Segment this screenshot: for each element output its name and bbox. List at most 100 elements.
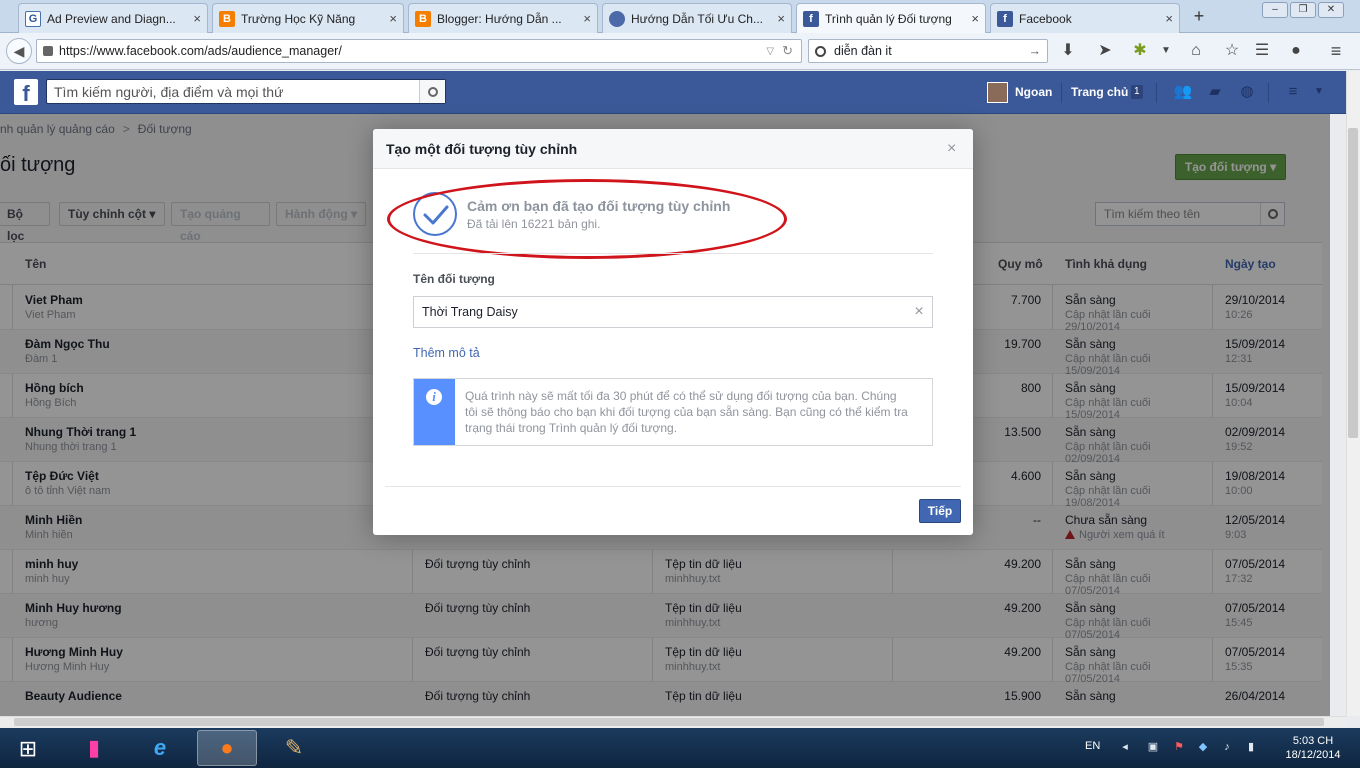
new-tab-button[interactable]: + [1188, 6, 1210, 28]
browser-nav-bar: ◀ https://www.facebook.com/ads/audience_… [0, 33, 1360, 70]
close-window-icon[interactable]: ✕ [1318, 2, 1344, 18]
search-icon[interactable] [419, 80, 445, 103]
search-query: diễn đàn it [834, 44, 892, 58]
horizontal-scrollbar-thumb[interactable] [14, 718, 1324, 726]
clock-date: 18/12/2014 [1285, 749, 1341, 761]
avatar[interactable] [987, 82, 1008, 103]
tab-title: Trình quản lý Đối tượng [825, 11, 952, 26]
home-count-badge: 1 [1131, 85, 1143, 99]
dialog-header: Tạo một đối tượng tùy chỉnh × [373, 129, 973, 169]
lock-icon [43, 46, 53, 56]
browser-tab-blogger[interactable]: B Blogger: Hướng Dẫn ... × [408, 3, 598, 33]
search-go-arrow-icon[interactable]: → [1029, 44, 1042, 58]
site-icon [609, 10, 625, 27]
browser-tab-truong-hoc[interactable]: B Trường Học Kỹ Năng × [212, 3, 404, 33]
internet-explorer-icon[interactable]: e [130, 730, 190, 766]
audience-name-value: Thời Trang Daisy [422, 305, 518, 319]
account-menu-chevron-icon[interactable]: ▼ [1308, 83, 1330, 101]
next-button[interactable]: Tiếp [919, 499, 961, 523]
tab-title: Hướng Dẫn Tối Ưu Ch... [631, 11, 763, 26]
home-link[interactable]: Trang chủ [1071, 85, 1128, 99]
chat-icon[interactable]: ● [1286, 41, 1306, 61]
firefox-icon[interactable]: ● [197, 730, 257, 766]
blogger-icon: B [219, 10, 235, 27]
facebook-search-input[interactable]: Tìm kiếm người, địa điểm và mọi thứ [46, 79, 446, 104]
messages-icon[interactable]: ▰ [1204, 83, 1226, 101]
clear-input-icon[interactable]: × [906, 303, 932, 321]
facebook-icon: f [803, 10, 819, 27]
home-icon[interactable]: ⌂ [1186, 41, 1206, 61]
friend-requests-icon[interactable]: 👥 [1172, 83, 1194, 101]
flag-icon[interactable]: ⚑ [1172, 740, 1186, 754]
download-icon[interactable]: ⬇ [1058, 41, 1078, 61]
browser-tab-huong-dan[interactable]: Hướng Dẫn Tối Ưu Ch... × [602, 3, 792, 33]
tab-title: Ad Preview and Diagn... [47, 11, 176, 26]
bookmark-star-icon[interactable]: ☆ [1222, 41, 1242, 61]
close-icon[interactable]: × [947, 140, 956, 158]
tab-title: Blogger: Hướng Dẫn ... [437, 11, 562, 26]
audience-name-label: Tên đối tượng [413, 272, 495, 286]
profile-name-link[interactable]: Ngoan [1015, 85, 1052, 99]
tab-close-icon[interactable]: × [193, 11, 201, 26]
clock-time: 5:03 CH [1292, 735, 1334, 747]
dialog-title: Tạo một đối tượng tùy chỉnh [386, 141, 578, 157]
browser-search-input[interactable]: diễn đàn it → [808, 39, 1048, 63]
url-text: https://www.facebook.com/ads/audience_ma… [59, 44, 342, 58]
notifications-globe-icon[interactable]: ◍ [1236, 83, 1258, 101]
reload-icon[interactable]: ↻ [782, 43, 793, 59]
menu-icon[interactable]: ≡ [1326, 41, 1346, 61]
divider [385, 486, 961, 487]
info-notice: i Quá trình này sẽ mất tối đa 30 phút để… [413, 378, 933, 446]
tray-expand-icon[interactable]: ◂ [1118, 740, 1132, 754]
windows-start-icon[interactable]: ⊞ [8, 732, 48, 766]
info-text: Quá trình này sẽ mất tối đa 30 phút để c… [465, 389, 908, 435]
browser-tab-strip: G Ad Preview and Diagn... × B Trường Học… [0, 0, 1360, 33]
header-divider [1268, 83, 1269, 103]
vertical-scrollbar-thumb[interactable] [1348, 128, 1358, 438]
minimize-window-icon[interactable]: – [1262, 2, 1288, 18]
annotation-ellipse [387, 179, 787, 259]
history-dropdown-icon[interactable]: ▽ [766, 46, 774, 57]
paint-icon[interactable]: ✎ [264, 730, 324, 766]
windows-taskbar: ⊞ ▮ e ● ✎ EN ◂ ▣ ⚑ ◆ ♪ ▮ 5:03 CH 18/12/2… [0, 728, 1360, 768]
url-bar[interactable]: https://www.facebook.com/ads/audience_ma… [36, 39, 802, 63]
power-icon[interactable]: ▮ [1244, 740, 1258, 754]
divider [413, 253, 933, 254]
addon-icon[interactable]: ✱ [1130, 41, 1150, 61]
tab-close-icon[interactable]: × [777, 11, 785, 26]
back-arrow-icon[interactable]: ◀ [6, 38, 32, 64]
header-divider [1061, 83, 1062, 103]
info-icon: i [426, 389, 442, 405]
tab-close-icon[interactable]: × [583, 11, 591, 26]
network-icon[interactable]: ▣ [1146, 740, 1160, 754]
blogger-icon: B [415, 10, 431, 27]
browser-tab-ad-preview[interactable]: G Ad Preview and Diagn... × [18, 3, 208, 33]
tab-close-icon[interactable]: × [389, 11, 397, 26]
dropbox-icon[interactable]: ◆ [1196, 740, 1210, 754]
privacy-shortcuts-icon[interactable]: ≡ [1282, 83, 1304, 101]
tab-title: Facebook [1019, 11, 1072, 26]
chevron-down-icon[interactable]: ▼ [1156, 41, 1176, 61]
tab-close-icon[interactable]: × [971, 11, 979, 26]
facebook-header: f Tìm kiếm người, địa điểm và mọi thứ Ng… [0, 71, 1346, 114]
restore-window-icon[interactable]: ❐ [1290, 2, 1316, 18]
browser-tab-facebook[interactable]: f Facebook × [990, 3, 1180, 33]
volume-icon[interactable]: ♪ [1220, 740, 1234, 754]
header-divider [1156, 83, 1157, 103]
tab-close-icon[interactable]: × [1165, 11, 1173, 26]
search-icon [815, 45, 826, 57]
audience-name-input[interactable]: Thời Trang Daisy × [413, 296, 933, 328]
file-manager-app-icon[interactable]: ▮ [64, 730, 124, 766]
send-icon[interactable]: ➤ [1095, 41, 1115, 61]
tab-title: Trường Học Kỹ Năng [241, 11, 356, 26]
add-description-link[interactable]: Thêm mô tả [413, 346, 480, 360]
system-clock[interactable]: 5:03 CH 18/12/2014 [1278, 734, 1348, 762]
create-custom-audience-dialog: Tạo một đối tượng tùy chỉnh × Cảm ơn bạn… [373, 129, 973, 535]
facebook-icon: f [997, 10, 1013, 27]
facebook-search-placeholder: Tìm kiếm người, địa điểm và mọi thứ [54, 83, 284, 100]
browser-tab-audience-manager[interactable]: f Trình quản lý Đối tượng × [796, 3, 986, 33]
language-indicator[interactable]: EN [1085, 740, 1100, 752]
google-g-icon: G [25, 10, 41, 27]
bookmarks-list-icon[interactable]: ☰ [1252, 41, 1272, 61]
facebook-logo-icon[interactable]: f [14, 79, 38, 106]
